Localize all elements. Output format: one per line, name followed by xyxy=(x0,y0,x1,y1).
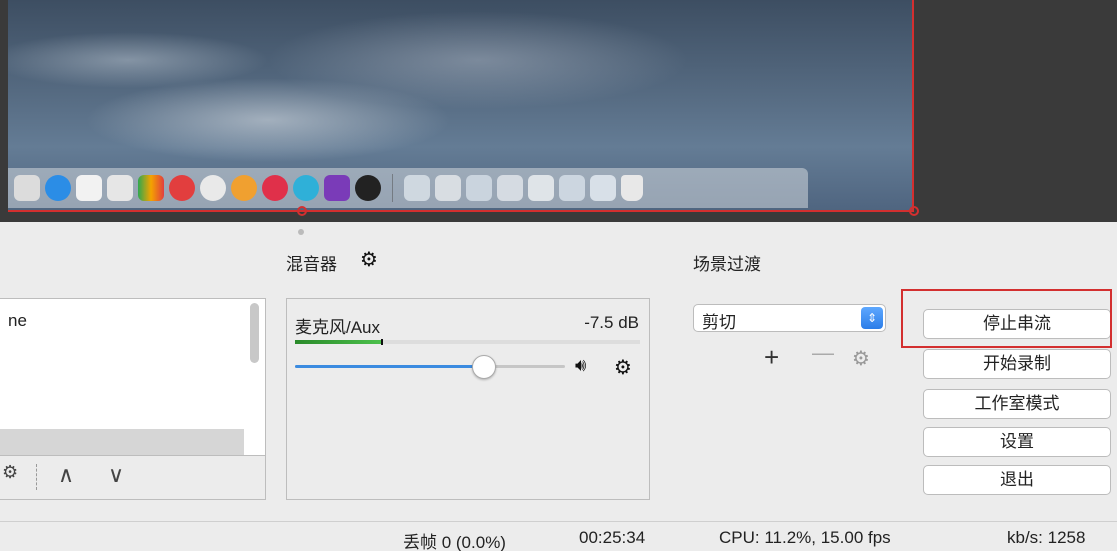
add-transition-button[interactable]: + xyxy=(764,342,779,373)
screenshot-3-icon xyxy=(466,175,492,201)
speaker-icon[interactable]: 🔊︎ xyxy=(575,355,586,376)
scenes-toolbar: ⚙ ∧ ∨ xyxy=(0,456,266,500)
screenshot-2-icon xyxy=(435,175,461,201)
settings-button[interactable]: 设置 xyxy=(923,427,1111,457)
paint-icon xyxy=(231,175,257,201)
macos-dock xyxy=(8,168,808,208)
typora-icon xyxy=(76,175,102,201)
netease-music-icon xyxy=(169,175,195,201)
resize-handle-bottom-right[interactable] xyxy=(909,206,919,216)
audio-source-name: 麦克风/Aux xyxy=(295,318,381,337)
preview-canvas[interactable] xyxy=(8,0,914,212)
transition-select[interactable]: 剪切 ⇕ xyxy=(693,304,886,332)
mixer-panel: 麦克风/Aux -7.5 dB 🔊︎ ⚙ xyxy=(286,298,650,500)
preview-anchor-dot xyxy=(298,229,304,235)
resize-handle-bottom-center[interactable] xyxy=(297,206,307,216)
select-stepper-icon[interactable]: ⇕ xyxy=(861,307,883,329)
appstore-icon xyxy=(45,175,71,201)
bitrate-status: kb/s: 1258 xyxy=(1007,528,1086,547)
screenshot-5-icon xyxy=(528,175,554,201)
mixer-settings-gear-icon[interactable]: ⚙ xyxy=(360,247,378,272)
finder-icon xyxy=(14,175,40,201)
scenes-settings-icon[interactable]: ⚙ xyxy=(2,462,18,483)
scene-item[interactable]: ne xyxy=(8,311,27,331)
volume-slider-fill xyxy=(295,365,484,368)
status-bar: 丢帧 0 (0.0%) 00:25:34 CPU: 11.2%, 15.00 f… xyxy=(0,521,1117,551)
scene-item-selected[interactable] xyxy=(0,429,244,455)
audio-level-meter-fill xyxy=(295,339,384,345)
mindnode-icon xyxy=(293,175,319,201)
audio-level-meter xyxy=(295,339,640,345)
remove-transition-button[interactable]: — xyxy=(812,340,834,366)
transition-select-value: 剪切 xyxy=(702,313,736,332)
volume-slider-knob[interactable] xyxy=(472,355,496,379)
dropped-frames-status: 丢帧 0 (0.0%) xyxy=(403,533,506,551)
screenshot-1-icon xyxy=(404,175,430,201)
cpu-status: CPU: 11.2%, 15.00 fps xyxy=(719,528,891,547)
obs-window: ne ⚙ ∧ ∨ 混音器 ⚙ 麦克风/Aux -7.5 dB 🔊︎ ⚙ 场景过渡… xyxy=(0,0,1117,551)
transitions-title: 场景过渡 xyxy=(693,255,761,274)
move-down-button[interactable]: ∨ xyxy=(108,462,124,488)
screenshot-6-icon xyxy=(559,175,585,201)
textedit-icon xyxy=(107,175,133,201)
mixer-title: 混音器 xyxy=(286,255,337,274)
rp-icon xyxy=(324,175,350,201)
toolbar-separator xyxy=(36,464,37,490)
transition-settings-gear-icon[interactable]: ⚙ xyxy=(852,346,870,371)
screenshot-7-icon xyxy=(590,175,616,201)
dock-separator xyxy=(392,174,393,202)
h-app-icon xyxy=(262,175,288,201)
stream-time-status: 00:25:34 xyxy=(579,528,646,547)
volume-slider[interactable] xyxy=(295,365,565,368)
scenes-list[interactable]: ne xyxy=(0,298,266,456)
audio-db-value: -7.5 dB xyxy=(584,313,639,332)
studio-mode-button[interactable]: 工作室模式 xyxy=(923,389,1111,419)
numbers-icon xyxy=(138,175,164,201)
obs-icon xyxy=(355,175,381,201)
stop-streaming-highlight-box xyxy=(901,289,1112,348)
scenes-scrollbar[interactable] xyxy=(250,303,259,363)
preview-area[interactable] xyxy=(0,0,1117,222)
exit-button[interactable]: 退出 xyxy=(923,465,1111,495)
wechat-icon xyxy=(200,175,226,201)
screenshot-4-icon xyxy=(497,175,523,201)
start-recording-button[interactable]: 开始录制 xyxy=(923,349,1111,379)
move-up-button[interactable]: ∧ xyxy=(58,462,74,488)
trash-icon xyxy=(621,175,643,201)
audio-source-gear-icon[interactable]: ⚙ xyxy=(614,355,632,380)
